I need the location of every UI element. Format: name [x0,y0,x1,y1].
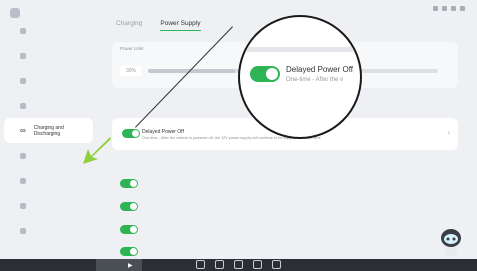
sidebar-item-network[interactable] [0,18,97,43]
general-icon [20,227,26,234]
sidebar-item-security[interactable] [0,93,97,118]
wireless-toggle[interactable] [120,247,138,256]
wifi-icon [451,6,456,11]
battery-icon [460,6,465,11]
network-icon [20,27,26,34]
tab-charging[interactable]: Charging [116,20,142,31]
wireless-row [112,174,458,194]
delayed-power-off-title: Delayed Power Off [142,129,184,135]
taskbar-icons [196,260,281,269]
wireless-row [112,197,458,217]
magnifier-description: One-time - After the v [286,77,344,83]
magnifier-toggle [250,66,280,82]
sidebar-item-display[interactable] [0,43,97,68]
media-widget[interactable] [96,259,142,271]
phone-icon[interactable] [234,260,243,269]
bluetooth-icon [433,6,438,11]
engine-icon [20,177,26,184]
chevron-right-icon[interactable]: › [447,128,450,137]
arrow-pointer-icon [83,137,111,164]
power-limit-value: 30% [120,66,142,76]
connection-icon [20,202,26,209]
wireless-toggle[interactable] [120,225,138,234]
play-icon[interactable]: ▶ [128,262,133,269]
status-bar [433,6,465,11]
delayed-power-off-toggle[interactable] [122,129,140,138]
wireless-toggle[interactable] [120,202,138,211]
magnifier-title: Delayed Power Off [286,65,353,74]
sidebar-item-connection[interactable] [0,193,97,218]
security-icon [20,102,26,109]
sidebar-item-general[interactable] [0,218,97,243]
wireless-row [112,220,458,240]
magnifier-slider-track [240,47,360,52]
magnifier-callout: Delayed Power Off One-time - After the v [238,15,362,139]
intelligent-icon [20,152,26,159]
car-icon[interactable] [272,260,281,269]
display-icon [20,52,26,59]
plug-icon: ∞ [20,126,26,135]
sidebar-item-engine[interactable] [0,168,97,193]
home-icon[interactable] [196,260,205,269]
signal-icon [442,6,447,11]
assistant-robot-icon[interactable] [438,228,464,258]
apps-icon[interactable] [215,260,224,269]
wireless-toggle[interactable] [120,179,138,188]
music-icon[interactable] [253,260,262,269]
tab-power-supply[interactable]: Power Supply [160,20,201,31]
sidebar-item-label: Charging and Discharging [33,124,64,137]
power-limit-title: Power Limit [120,46,144,51]
taskbar: ▶ [0,259,477,271]
sound-icon [20,77,26,84]
sidebar-item-sound[interactable] [0,68,97,93]
